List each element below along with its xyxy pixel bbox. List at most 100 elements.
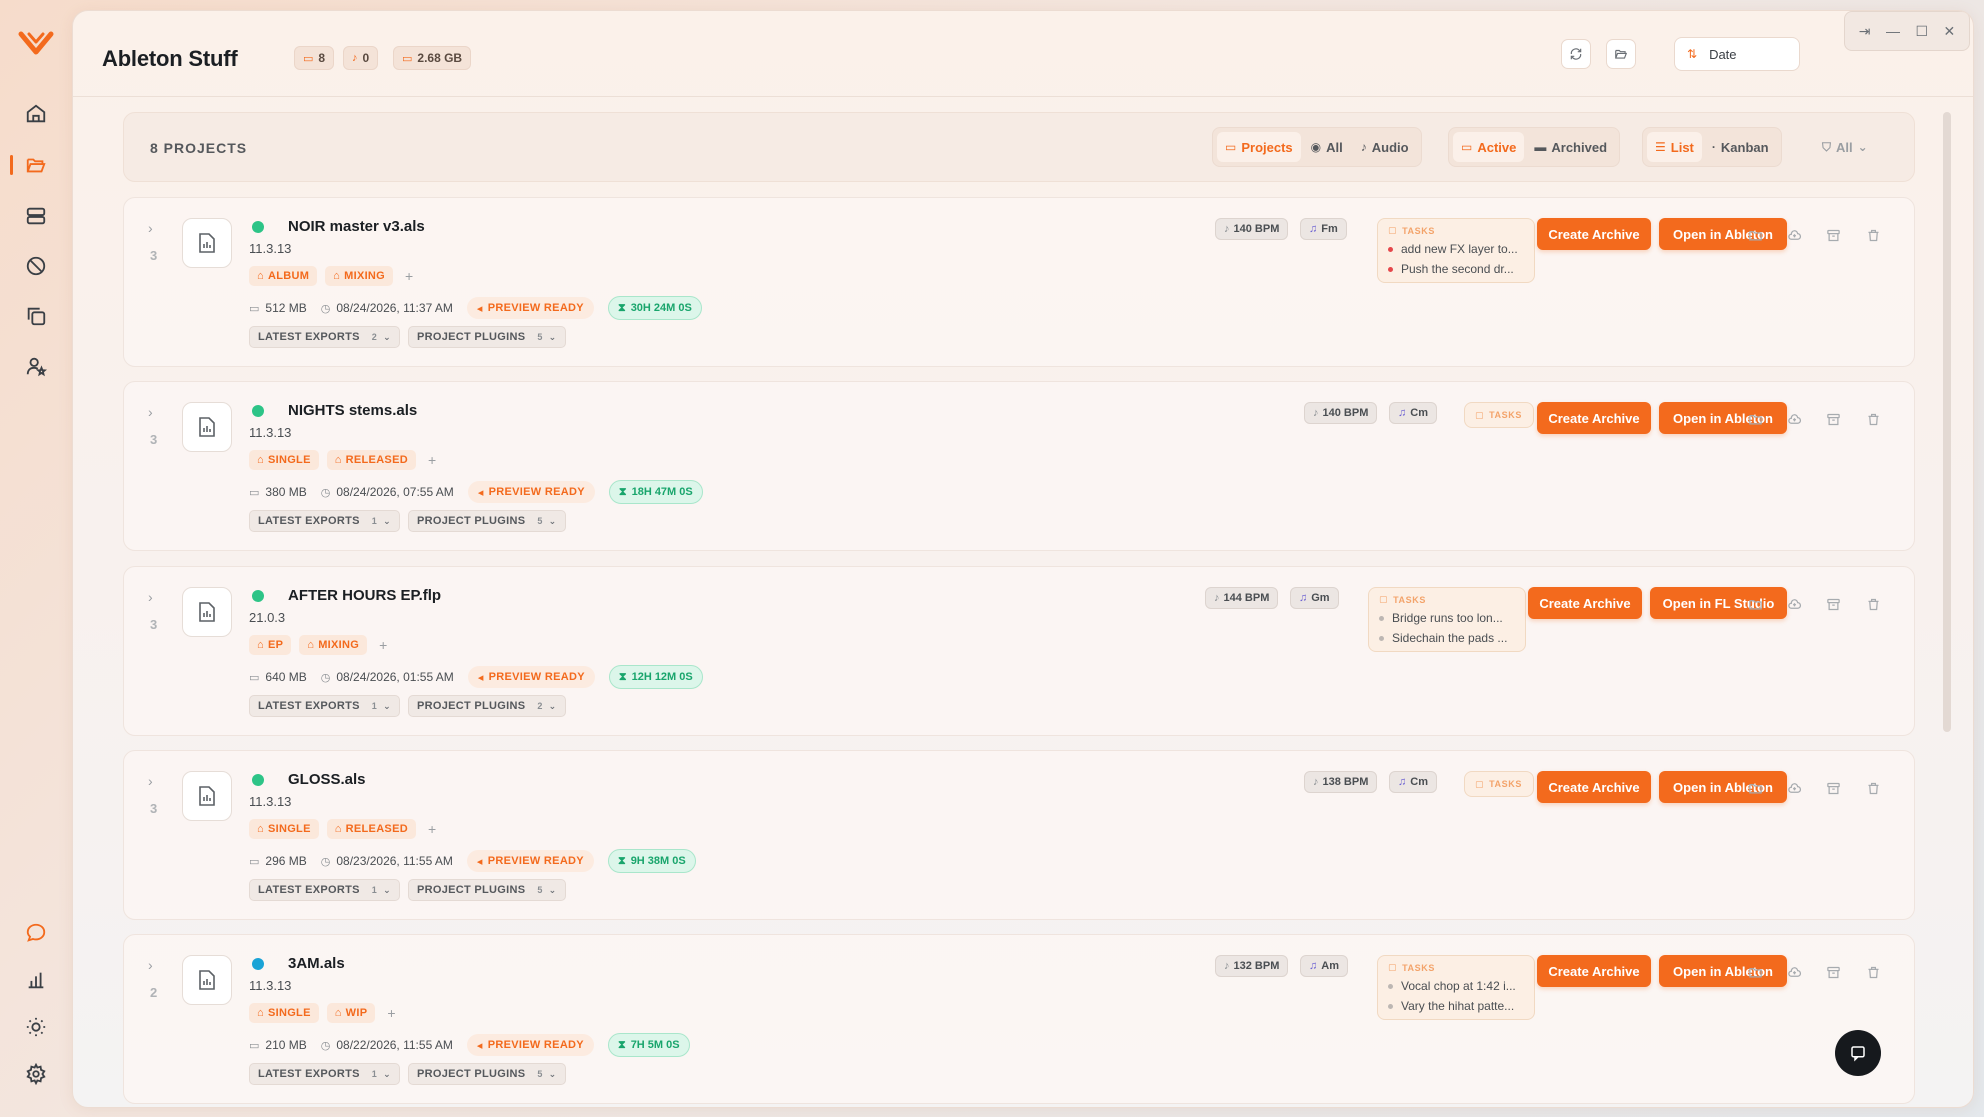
task-item[interactable]: Vary the hihat patte...	[1388, 999, 1524, 1013]
open-in-daw-button[interactable]: Open in Ableton	[1659, 771, 1787, 803]
create-archive-button[interactable]: Create Archive	[1528, 587, 1642, 619]
project-name[interactable]: GLOSS.als	[288, 771, 366, 788]
user-star-icon[interactable]	[18, 348, 54, 384]
tasks-panel[interactable]: ▢ TASKS Vocal chop at 1:42 i... Vary the h…	[1377, 955, 1535, 1020]
preview-ready-badge[interactable]: ◂ PREVIEW READY	[467, 666, 595, 688]
trash-button[interactable]	[1864, 595, 1882, 613]
cloud-upload-button[interactable]	[1785, 226, 1803, 244]
folder-open-icon[interactable]	[10, 147, 54, 183]
tab-all[interactable]: ◉ All	[1303, 132, 1351, 162]
project-card[interactable]: › 3 AFTER HOURS EP.flp 21.0.3 ⌂ EP ⌂ MIXING…	[123, 566, 1915, 736]
tab-audio[interactable]: ♪ Audio	[1353, 132, 1417, 162]
create-archive-button[interactable]: Create Archive	[1537, 218, 1651, 250]
sort-select[interactable]: ⇅ Date	[1674, 37, 1800, 71]
project-card[interactable]: › 2 3AM.als 11.3.13 ⌂ SINGLE ⌂ WIP + ▭ 210 MB…	[123, 934, 1915, 1104]
archive-button[interactable]	[1824, 595, 1842, 613]
task-item[interactable]: Push the second dr...	[1388, 262, 1524, 276]
tag-chip[interactable]: ⌂ RELEASED	[326, 819, 416, 839]
bar-chart-icon[interactable]	[18, 962, 54, 998]
minimize-icon[interactable]: —	[1886, 23, 1900, 39]
tasks-panel[interactable]: ▢ TASKS	[1464, 402, 1534, 428]
preview-ready-badge[interactable]: ◂ PREVIEW READY	[466, 297, 594, 319]
archive-button[interactable]	[1824, 779, 1842, 797]
project-plugins-dropdown[interactable]: PROJECT PLUGINS 5 ⌄	[407, 326, 566, 348]
add-tag-button[interactable]: +	[405, 268, 413, 284]
folder-button[interactable]	[1746, 410, 1764, 428]
cloud-upload-button[interactable]	[1785, 410, 1803, 428]
folder-button[interactable]	[1746, 779, 1764, 797]
cloud-upload-button[interactable]	[1785, 963, 1803, 981]
cloud-upload-button[interactable]	[1785, 595, 1803, 613]
expand-chevron-icon[interactable]: ›	[148, 957, 153, 973]
expand-chevron-icon[interactable]: ›	[148, 220, 153, 236]
project-plugins-dropdown[interactable]: PROJECT PLUGINS 5 ⌄	[407, 1063, 566, 1085]
trash-button[interactable]	[1864, 410, 1882, 428]
project-name[interactable]: NIGHTS stems.als	[288, 402, 417, 419]
create-archive-button[interactable]: Create Archive	[1537, 955, 1651, 987]
project-card[interactable]: › 3 NIGHTS stems.als 11.3.13 ⌂ SINGLE ⌂ REL…	[123, 381, 1915, 551]
pin-icon[interactable]: ⇥	[1859, 23, 1871, 40]
task-item[interactable]: Vocal chop at 1:42 i...	[1388, 979, 1524, 993]
add-tag-button[interactable]: +	[387, 1005, 395, 1021]
latest-exports-dropdown[interactable]: LATEST EXPORTS 1 ⌄	[249, 1063, 400, 1085]
create-archive-button[interactable]: Create Archive	[1537, 771, 1651, 803]
archive-button[interactable]	[1824, 226, 1842, 244]
expand-chevron-icon[interactable]: ›	[148, 589, 153, 605]
refresh-button[interactable]	[1561, 39, 1591, 69]
tag-chip[interactable]: ⌂ MIXING	[299, 635, 368, 655]
latest-exports-dropdown[interactable]: LATEST EXPORTS 1 ⌄	[249, 695, 400, 717]
open-in-daw-button[interactable]: Open in FL Studio	[1650, 587, 1787, 619]
folder-button[interactable]	[1746, 963, 1764, 981]
tag-chip[interactable]: ⌂ ALBUM	[249, 266, 318, 286]
tag-chip[interactable]: ⌂ SINGLE	[249, 1003, 319, 1023]
tag-chip[interactable]: ⌂ SINGLE	[249, 450, 319, 470]
latest-exports-dropdown[interactable]: LATEST EXPORTS 2 ⌄	[249, 326, 400, 348]
project-plugins-dropdown[interactable]: PROJECT PLUGINS 2 ⌄	[407, 695, 566, 717]
tab-archived[interactable]: ▬ Archived	[1526, 132, 1615, 162]
close-icon[interactable]: ✕	[1943, 23, 1955, 40]
tab-kanban[interactable]: · Kanban	[1704, 132, 1777, 162]
tag-chip[interactable]: ⌂ RELEASED	[326, 450, 416, 470]
add-tag-button[interactable]: +	[428, 821, 436, 837]
open-folder-button[interactable]	[1606, 39, 1636, 69]
filter-dropdown[interactable]: ⛉ All ⌄	[1814, 132, 1876, 162]
tag-chip[interactable]: ⌂ WIP	[326, 1003, 376, 1023]
archive-button[interactable]	[1824, 963, 1842, 981]
settings-icon[interactable]	[18, 1056, 54, 1092]
open-in-daw-button[interactable]: Open in Ableton	[1659, 955, 1787, 987]
home-icon[interactable]	[18, 96, 54, 132]
trash-button[interactable]	[1864, 779, 1882, 797]
server-icon[interactable]	[18, 198, 54, 234]
tab-list[interactable]: ☰ List	[1647, 132, 1702, 162]
app-logo[interactable]	[18, 28, 54, 58]
tasks-panel[interactable]: ▢ TASKS Bridge runs too lon... Sidechain t…	[1368, 587, 1526, 652]
tasks-panel[interactable]: ▢ TASKS	[1464, 771, 1534, 797]
chat-button[interactable]	[1835, 1030, 1881, 1076]
open-in-daw-button[interactable]: Open in Ableton	[1659, 218, 1787, 250]
project-card[interactable]: › 3 GLOSS.als 11.3.13 ⌂ SINGLE ⌂ RELEASED + …	[123, 750, 1915, 920]
ban-icon[interactable]	[18, 248, 54, 284]
tab-projects[interactable]: ▭ Projects	[1217, 132, 1301, 162]
maximize-icon[interactable]: ☐	[1915, 23, 1928, 40]
task-item[interactable]: add new FX layer to...	[1388, 242, 1524, 256]
project-name[interactable]: NOIR master v3.als	[288, 218, 425, 235]
expand-chevron-icon[interactable]: ›	[148, 404, 153, 420]
task-item[interactable]: Sidechain the pads ...	[1379, 631, 1515, 645]
latest-exports-dropdown[interactable]: LATEST EXPORTS 1 ⌄	[249, 510, 400, 532]
scrollbar[interactable]	[1943, 112, 1951, 732]
trash-button[interactable]	[1864, 963, 1882, 981]
folder-button[interactable]	[1746, 226, 1764, 244]
project-name[interactable]: AFTER HOURS EP.flp	[288, 587, 441, 604]
copy-icon[interactable]	[18, 298, 54, 334]
add-tag-button[interactable]: +	[379, 637, 387, 653]
tag-chip[interactable]: ⌂ EP	[249, 635, 292, 655]
archive-button[interactable]	[1824, 410, 1842, 428]
cloud-upload-button[interactable]	[1785, 779, 1803, 797]
tab-active[interactable]: ▭ Active	[1453, 132, 1525, 162]
expand-chevron-icon[interactable]: ›	[148, 773, 153, 789]
folder-button[interactable]	[1746, 595, 1764, 613]
sun-icon[interactable]	[18, 1009, 54, 1045]
project-plugins-dropdown[interactable]: PROJECT PLUGINS 5 ⌄	[407, 879, 566, 901]
project-name[interactable]: 3AM.als	[288, 955, 345, 972]
preview-ready-badge[interactable]: ◂ PREVIEW READY	[467, 481, 595, 503]
